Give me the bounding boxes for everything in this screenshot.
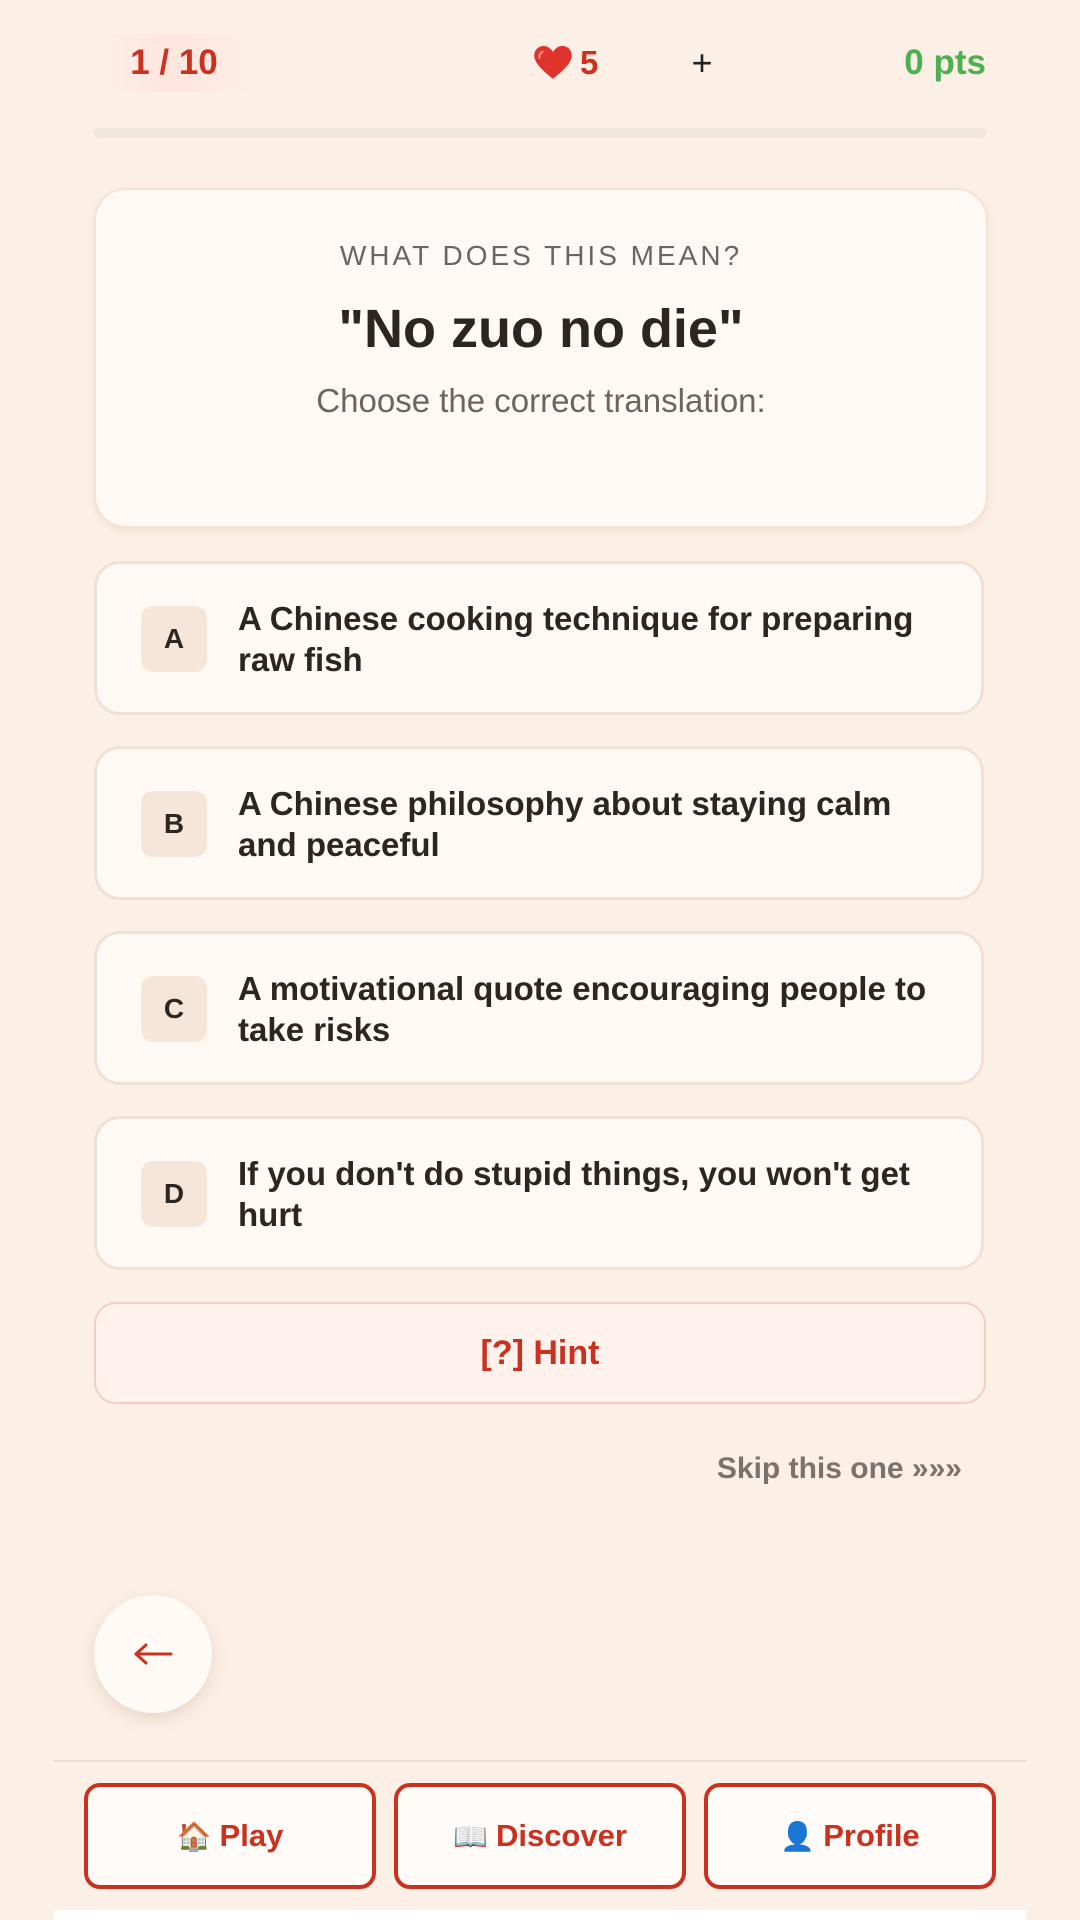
back-arrow-icon (134, 1643, 173, 1665)
user-icon: 👤 (780, 1821, 816, 1852)
answer-option-a[interactable]: A A Chinese cooking technique for prepar… (94, 561, 984, 715)
nav-discover-label: Discover (495, 1818, 627, 1853)
book-icon: 📖 (453, 1821, 488, 1852)
status-bar: 1 / 10 5 + 0 pts (94, 28, 986, 98)
nav-profile-button[interactable]: 👤 Profile (704, 1783, 996, 1889)
progress-bar (94, 128, 986, 138)
nav-discover-button[interactable]: 📖 Discover (394, 1783, 686, 1889)
answer-option-d[interactable]: D If you don't do stupid things, you won… (94, 1116, 984, 1270)
add-lives-button[interactable]: + (682, 34, 722, 92)
answer-option-c[interactable]: C A motivational quote encouraging peopl… (94, 931, 984, 1085)
heart-icon (534, 46, 572, 79)
back-button[interactable] (94, 1595, 212, 1713)
option-letter-badge: B (141, 791, 207, 857)
nav-profile-label: Profile (823, 1818, 920, 1853)
skip-link[interactable]: Skip this one »»» (717, 1452, 962, 1486)
option-text: If you don't do stupid things, you won't… (238, 1155, 910, 1233)
bottom-strip (54, 1910, 1026, 1920)
nav-play-button[interactable]: 🏠 Play (84, 1783, 376, 1889)
answer-option-b[interactable]: B A Chinese philosophy about staying cal… (94, 746, 984, 900)
question-card: WHAT DOES THIS MEAN? "No zuo no die" Cho… (94, 188, 988, 528)
option-text: A Chinese philosophy about staying calm … (238, 785, 892, 863)
question-phrase: "No zuo no die" (338, 299, 744, 359)
home-icon: 🏠 (176, 1821, 212, 1852)
hint-button[interactable]: [?] Hint (94, 1302, 986, 1404)
question-counter: 1 / 10 (130, 43, 218, 82)
lives-count: 5 (580, 44, 599, 81)
option-letter-badge: D (141, 1161, 207, 1227)
option-letter-badge: A (141, 606, 207, 672)
option-letter-badge: C (141, 976, 207, 1042)
question-instruction: Choose the correct translation: (316, 382, 766, 419)
option-text: A Chinese cooking technique for preparin… (238, 600, 914, 678)
bottom-nav: 🏠 Play 📖 Discover 👤 Profile (84, 1783, 996, 1889)
nav-divider (54, 1760, 1026, 1762)
question-label: WHAT DOES THIS MEAN? (339, 240, 743, 271)
option-text: A motivational quote encouraging people … (238, 970, 927, 1048)
nav-play-label: Play (219, 1818, 284, 1853)
points-score: 0 pts (904, 43, 986, 82)
lives-counter: 5 (534, 34, 598, 92)
